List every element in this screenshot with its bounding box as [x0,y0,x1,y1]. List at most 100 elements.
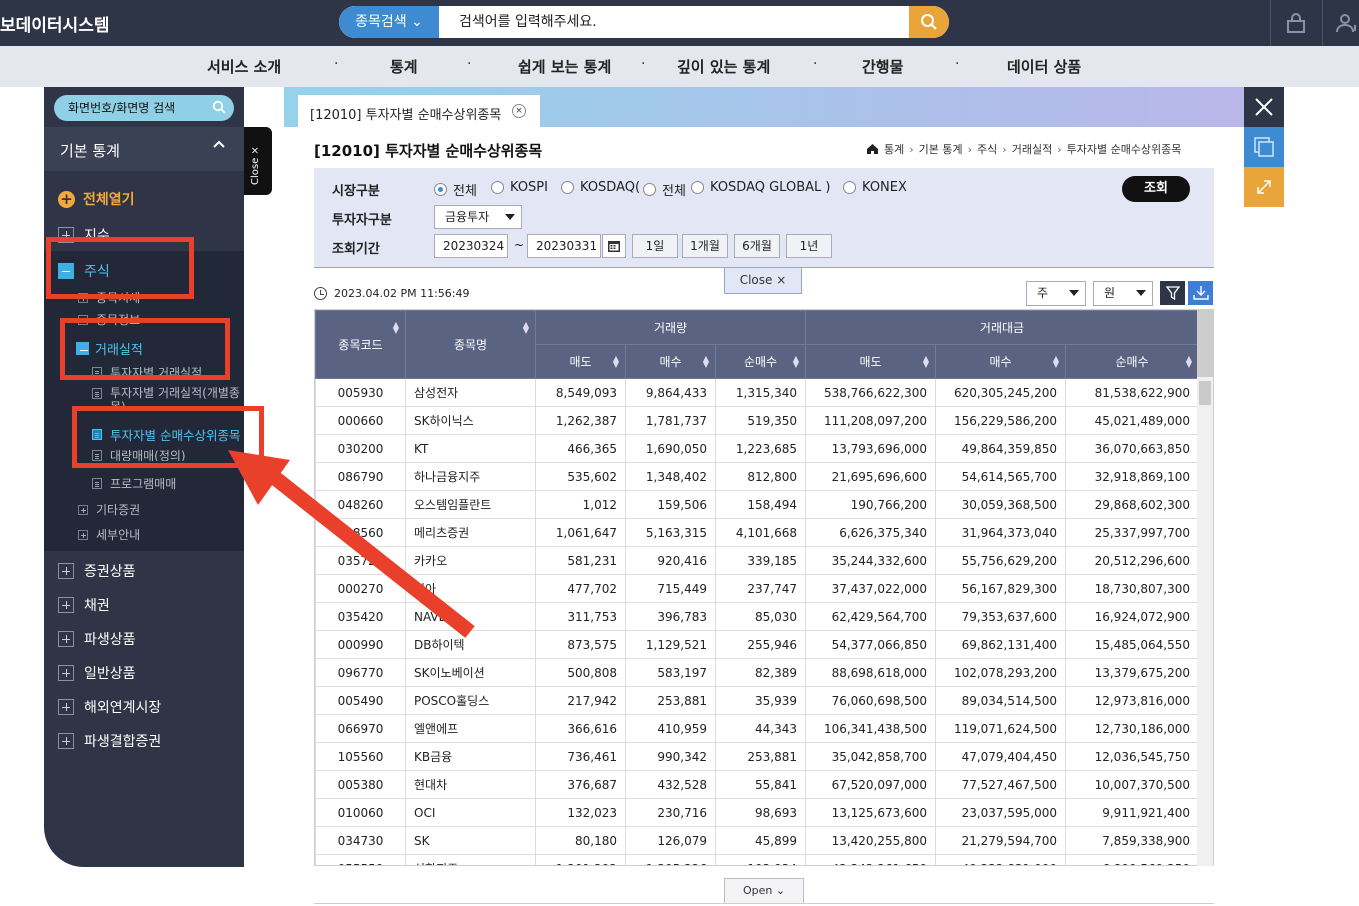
search-input[interactable] [447,6,907,38]
sidebar-item-bond[interactable]: 채권 [58,595,110,615]
sidebar-item-other-securities[interactable]: 기타증권 [78,501,140,518]
table-row[interactable]: 000270 기아 477,702 715,449 237,747 37,437,022,… [315,574,1200,603]
market-radio-konex[interactable]: KONEX [843,180,907,195]
search-category-select[interactable]: 종목검색 ⌄ [339,6,439,38]
sort-icon: ▲ ▼ [522,320,529,335]
expand-all-button[interactable]: + 전체열기 [58,189,135,209]
sidebar-item-detail-guide[interactable]: 세부안내 [78,526,140,543]
table-row[interactable]: 066970 엘앤에프 366,616 410,959 44,343 106,341,43… [315,714,1200,743]
nav-item-easy-stats[interactable]: 쉽게 보는 통계 [518,56,611,77]
download-button[interactable] [1188,281,1213,305]
expand-icon [58,563,74,579]
table-scrollbar[interactable] [1197,309,1213,866]
table-row[interactable]: 005490 POSCO홀딩스 217,942 253,881 35,939 76,060… [315,686,1200,715]
home-icon[interactable] [866,143,879,155]
new-window-button[interactable] [1244,127,1284,167]
share-unit-select[interactable]: 주 [1026,281,1086,306]
col-header-volume-sell[interactable]: 매도 ▲ ▼ [535,344,626,379]
sidebar-item-investor-trading-stock[interactable]: 투자자별 거래실적(개별종목) [92,386,242,408]
col-header-value-buy[interactable]: 매수 ▲ ▼ [935,344,1066,379]
sidebar-item-program-trade[interactable]: 프로그램매매 [92,475,176,492]
open-button[interactable]: Open ⌄ [724,878,804,904]
close-icon[interactable]: × [512,104,526,118]
date-from-input[interactable]: 20230324 [434,234,508,258]
sidebar-item-general[interactable]: 일반상품 [58,663,136,683]
caret-down-icon [1069,290,1079,296]
period-1y-button[interactable]: 1년 [786,234,832,258]
table-row[interactable]: 005930 삼성전자 8,549,093 9,864,433 1,315,340 538… [315,378,1200,407]
money-unit-select[interactable]: 원 [1093,281,1153,306]
breadcrumb-item[interactable]: 기본 통계 [919,141,963,157]
col-header-volume-buy[interactable]: 매수 ▲ ▼ [625,344,716,379]
close-window-button[interactable] [1244,87,1284,127]
table-row[interactable]: 055550신한지주1,201,2921,305,226103,93442,34… [315,854,1200,865]
investor-select[interactable]: 금융투자 [434,205,522,229]
nav-item-stats[interactable]: 통계 [390,56,418,77]
sidebar-item-overseas[interactable]: 해외연계시장 [58,697,161,717]
sidebar-section-header[interactable]: 기본 통계 [44,127,244,171]
query-button[interactable]: 조회 [1122,176,1190,202]
screen-search-input[interactable]: 화면번호/화면명 검색 [54,95,234,121]
sidebar-item-dlw[interactable]: 파생결합증권 [58,731,161,751]
nav-item-data-products[interactable]: 데이터 상품 [1007,56,1081,77]
period-1d-button[interactable]: 1일 [632,234,678,258]
nav-item-deep-stats[interactable]: 깊이 있는 통계 [677,56,770,77]
table-row[interactable]: 086790 하나금융지주 535,602 1,348,402 812,800 21,69… [315,462,1200,491]
table-row[interactable]: 000660 SK하이닉스 1,262,387 1,781,737 519,350 111… [315,406,1200,435]
sort-icon: ▲ ▼ [1185,354,1193,369]
table-row[interactable]: 008560 메리츠증권 1,061,647 5,163,315 4,101,668 6,… [315,518,1200,547]
expand-icon [58,699,74,715]
expand-window-button[interactable] [1244,167,1284,207]
nav-item-publications[interactable]: 간행물 [862,56,903,77]
sidebar-close-tab[interactable]: Close × [244,127,272,195]
tab-12010[interactable]: [12010] 투자자별 순매수상위종목 × [298,95,540,127]
period-6m-button[interactable]: 6개월 [734,234,780,258]
market-radio-kosdaq-all[interactable]: 전체 [643,180,686,199]
col-header-value-sell[interactable]: 매도 ▲ ▼ [805,344,936,379]
col-header-name[interactable]: 종목명 ▲ ▼ [405,310,536,379]
annotation-box-trading [60,318,230,380]
table-row[interactable]: 030200 KT 466,365 1,690,050 1,223,685 13,793,… [315,434,1200,463]
table-row[interactable]: 105560 KB금융 736,461 990,342 253,881 35,042,85… [315,742,1200,771]
add-user-icon[interactable] [1335,11,1359,35]
cell-number: 37,437,022,000 [805,574,936,603]
scrollbar-thumb[interactable] [1199,381,1211,405]
search-icon [921,14,937,30]
market-radio-kosdaq[interactable]: KOSDAQ( [561,180,640,195]
col-header-volume-net[interactable]: 순매수 ▲ ▼ [715,344,806,379]
market-radio-kosdaq-global[interactable]: KOSDAQ GLOBAL ) [691,180,830,195]
breadcrumb-item[interactable]: 투자자별 순매수상위종목 [1067,141,1182,157]
sidebar-item-securities[interactable]: 증권상품 [58,561,136,581]
table-row[interactable]: 010060 OCI 132,023 230,716 98,693 13,125,673,… [315,798,1200,827]
table-row[interactable]: 048260 오스템임플란트 1,012 159,506 158,494 190,766,… [315,490,1200,519]
table-row[interactable]: 034730 SK 80,180 126,079 45,899 13,420,255,80… [315,826,1200,855]
site-title[interactable]: 보데이터시스템 [0,11,109,36]
cell-code: 000660 [315,406,406,435]
table-row[interactable]: 035420 NAVER 311,753 396,783 85,030 62,429,56… [315,602,1200,631]
period-1m-button[interactable]: 1개월 [682,234,728,258]
sidebar-item-derivatives[interactable]: 파생상품 [58,629,136,649]
market-radio-kospi[interactable]: KOSPI [491,180,548,195]
filter-button[interactable] [1160,281,1185,305]
table-row[interactable]: 035720 카카오 581,231 920,416 339,185 35,244,332… [315,546,1200,575]
date-to-input[interactable]: 20230331 [527,234,601,258]
cell-name: NAVER [405,602,536,631]
search-icon[interactable] [212,100,226,114]
search-button[interactable] [909,6,949,38]
col-header-code[interactable]: 종목코드 ▲ ▼ [315,310,406,379]
table-row[interactable]: 000990 DB하이텍 873,575 1,129,521 255,946 54,377… [315,630,1200,659]
calendar-button[interactable] [602,234,626,258]
cell-code: 055550 [315,854,406,865]
filter-close-button[interactable]: Close × [724,268,802,294]
investor-label: 투자자구분 [332,213,392,228]
lock-icon[interactable] [1284,11,1308,35]
main-nav: 서비스 소개 · 통계 · 쉽게 보는 통계 · 깊이 있는 통계 · 간행물 … [0,46,1359,87]
col-header-value-net[interactable]: 순매수 ▲ ▼ [1064,344,1200,379]
breadcrumb-item[interactable]: 통계 [884,141,904,157]
table-row[interactable]: 005380 현대차 376,687 432,528 55,841 67,520,097,… [315,770,1200,799]
breadcrumb-item[interactable]: 거래실적 [1012,141,1052,157]
table-row[interactable]: 096770 SK이노베이션 500,808 583,197 82,389 88,698,… [315,658,1200,687]
breadcrumb-item[interactable]: 주식 [977,141,997,157]
market-radio-all[interactable]: 전체 [434,180,477,199]
nav-item-service[interactable]: 서비스 소개 [207,56,281,77]
